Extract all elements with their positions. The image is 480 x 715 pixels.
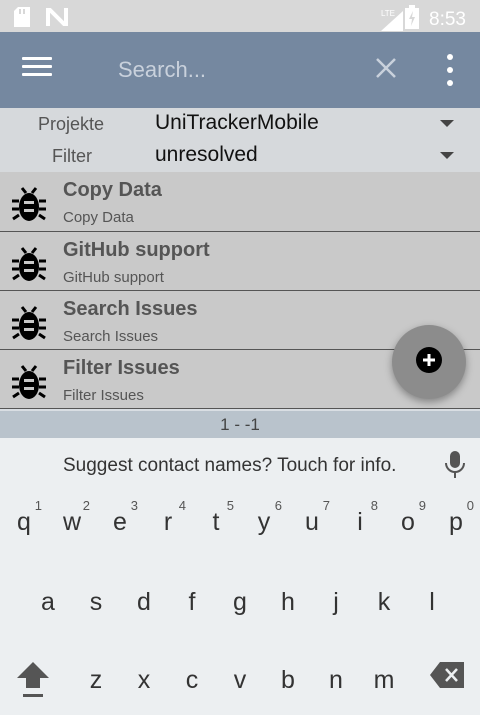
bug-icon	[8, 360, 50, 402]
key-i[interactable]: 8i	[336, 492, 384, 552]
clock: 8:53	[429, 8, 466, 30]
key-b[interactable]: b	[264, 650, 312, 710]
issue-title: Copy Data	[63, 179, 162, 201]
bug-icon	[8, 242, 50, 284]
project-value[interactable]: UniTrackerMobile	[155, 111, 319, 135]
key-label: p	[449, 508, 463, 536]
close-icon[interactable]	[372, 54, 400, 82]
filter-value[interactable]: unresolved	[155, 143, 258, 167]
issue-title: Filter Issues	[63, 357, 180, 379]
filter-panel: Projekte UniTrackerMobile Filter unresol…	[0, 108, 480, 172]
key-p[interactable]: 0p	[432, 492, 480, 552]
key-k[interactable]: k	[360, 572, 408, 632]
key-label: v	[233, 666, 247, 694]
n-notification-icon	[46, 3, 68, 31]
key-j[interactable]: j	[312, 572, 360, 632]
issue-title: Search Issues	[63, 298, 198, 320]
key-label: q	[17, 508, 31, 536]
key-m[interactable]: m	[360, 650, 408, 710]
keyboard-suggestion-bar: Suggest contact names? Touch for info.	[0, 438, 480, 492]
key-label: c	[185, 666, 199, 694]
issue-subtitle: Copy Data	[63, 209, 134, 226]
key-l[interactable]: l	[408, 572, 456, 632]
status-bar: LTE 8:53	[0, 0, 480, 32]
key-x[interactable]: x	[120, 650, 168, 710]
overflow-menu-icon[interactable]	[440, 54, 460, 86]
key-label: a	[41, 588, 55, 616]
key-q[interactable]: 1q	[0, 492, 48, 552]
filter-label: Filter	[52, 146, 92, 166]
battery-icon	[405, 5, 420, 34]
key-label: n	[329, 666, 343, 694]
key-label: i	[357, 508, 363, 536]
backspace-key[interactable]	[430, 662, 464, 688]
key-label: d	[137, 588, 151, 616]
key-r[interactable]: 4r	[144, 492, 192, 552]
key-label: b	[281, 666, 295, 694]
signal-icon: LTE	[380, 9, 403, 31]
key-label: e	[113, 508, 127, 536]
key-s[interactable]: s	[72, 572, 120, 632]
list-item[interactable]: GitHub support GitHub support	[0, 231, 480, 290]
key-w[interactable]: 2w	[48, 492, 96, 552]
add-issue-button[interactable]	[392, 325, 466, 399]
key-e[interactable]: 3e	[96, 492, 144, 552]
issue-subtitle: Search Issues	[63, 328, 159, 345]
list-divider	[0, 408, 480, 409]
key-t[interactable]: 5t	[192, 492, 240, 552]
key-d[interactable]: d	[120, 572, 168, 632]
issue-title: GitHub support	[63, 239, 210, 261]
filter-selector[interactable]: Filter unresolved	[0, 140, 480, 172]
key-label: j	[333, 588, 339, 616]
bug-icon	[8, 182, 50, 224]
backspace-icon	[430, 662, 464, 692]
key-label: k	[377, 588, 391, 616]
key-o[interactable]: 9o	[384, 492, 432, 552]
key-v[interactable]: v	[216, 650, 264, 710]
issue-subtitle: Filter Issues	[63, 387, 144, 404]
key-label: l	[429, 588, 435, 616]
list-item[interactable]: Copy Data Copy Data	[0, 172, 480, 231]
key-label: u	[305, 508, 319, 536]
key-label: s	[89, 588, 103, 616]
app-toolbar	[0, 32, 480, 108]
key-label: o	[401, 508, 415, 536]
add-circle-icon	[416, 346, 442, 378]
sd-card-icon	[14, 7, 30, 32]
bug-icon	[8, 301, 50, 343]
dropdown-arrow-icon[interactable]	[440, 152, 454, 159]
key-label: t	[212, 508, 220, 536]
soft-keyboard: 1q 2w 3e 4r 5t 6y 7u 8i 9o 0p a s d f g …	[0, 492, 480, 715]
key-a[interactable]: a	[24, 572, 72, 632]
key-label: w	[62, 508, 82, 536]
key-n[interactable]: n	[312, 650, 360, 710]
shift-arrow-icon	[14, 662, 52, 704]
page-range: 1 - -1	[0, 411, 480, 438]
project-label: Projekte	[38, 114, 105, 134]
issue-subtitle: GitHub support	[63, 269, 164, 286]
key-z[interactable]: z	[72, 650, 120, 710]
key-y[interactable]: 6y	[240, 492, 288, 552]
key-c[interactable]: c	[168, 650, 216, 710]
menu-icon[interactable]	[22, 57, 52, 83]
contact-suggestion-prompt[interactable]: Suggest contact names? Touch for info.	[63, 455, 396, 477]
key-label: h	[281, 588, 295, 616]
search-input[interactable]	[106, 50, 356, 90]
key-label: x	[137, 666, 151, 694]
key-label: f	[188, 588, 196, 616]
key-f[interactable]: f	[168, 572, 216, 632]
key-g[interactable]: g	[216, 572, 264, 632]
shift-key[interactable]	[14, 658, 52, 700]
project-selector[interactable]: Projekte UniTrackerMobile	[0, 108, 480, 140]
key-label: z	[89, 666, 103, 694]
key-label: g	[233, 588, 247, 616]
key-h[interactable]: h	[264, 572, 312, 632]
microphone-icon[interactable]	[444, 451, 466, 479]
key-label: y	[257, 508, 271, 536]
key-label: m	[373, 666, 395, 694]
key-label: r	[163, 508, 173, 536]
dropdown-arrow-icon[interactable]	[440, 120, 454, 127]
key-u[interactable]: 7u	[288, 492, 336, 552]
